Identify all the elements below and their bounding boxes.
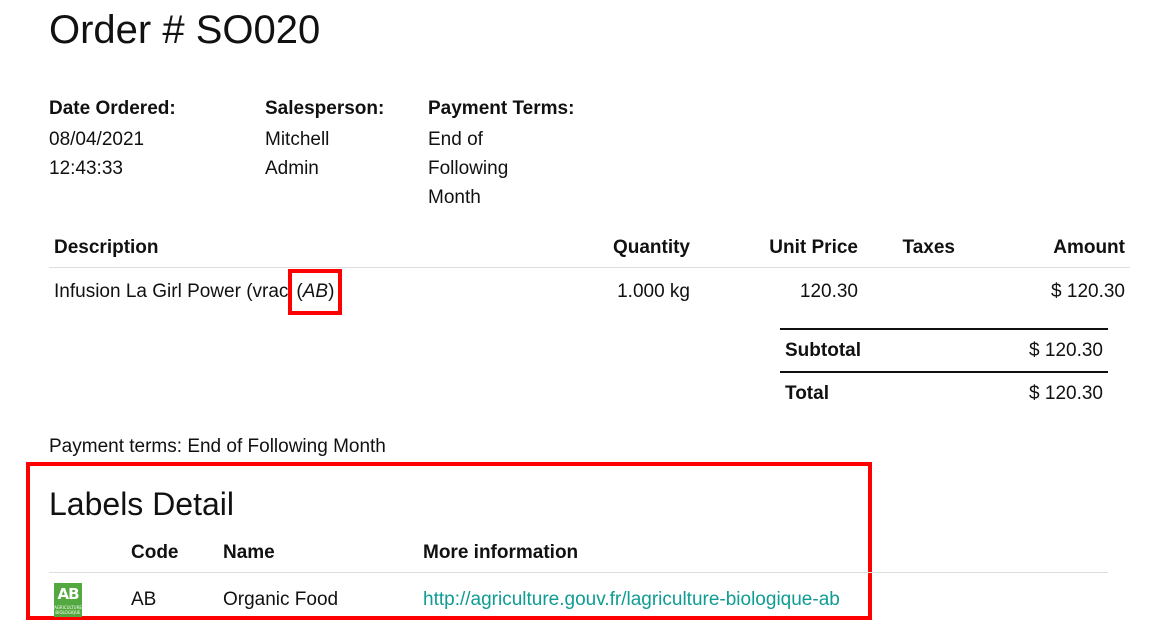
labels-header-row: Code Name More information [49, 536, 1108, 573]
line-description: Infusion La Girl Power (vrac(AB) [49, 268, 549, 317]
total-label: Total [785, 383, 829, 405]
labels-detail-table: Code Name More information AB AGRICULTUR… [49, 536, 1108, 627]
organic-ab-logo-icon: AB AGRICULTUREBIOLOGIQUE [54, 583, 82, 617]
total-value: $ 120.30 [1029, 383, 1103, 405]
payment-terms-label: Payment Terms: [428, 94, 574, 123]
order-title: Order # SO020 [49, 8, 320, 53]
more-info-link[interactable]: http://agriculture.gouv.fr/lagriculture-… [423, 589, 840, 610]
table-row: AB AGRICULTUREBIOLOGIQUE AB Organic Food… [49, 573, 1108, 627]
label-code: AB [303, 281, 328, 302]
header-description: Description [49, 232, 549, 268]
header-unit-price: Unit Price [695, 232, 863, 268]
header-taxes: Taxes [863, 232, 960, 268]
labels-detail-title: Labels Detail [49, 486, 234, 523]
salesperson-last-name: Admin [265, 154, 405, 183]
salesperson-first-name: Mitchell [265, 125, 405, 154]
header-name: Name [218, 536, 418, 573]
order-lines-header-row: Description Quantity Unit Price Taxes Am… [49, 232, 1130, 268]
payment-terms-block: Payment Terms: End of Following Month [428, 94, 574, 212]
header-more-information: More information [418, 536, 1108, 573]
subtotal-row: Subtotal $ 120.30 [780, 328, 1108, 371]
header-amount: Amount [960, 232, 1130, 268]
date-ordered-label: Date Ordered: [49, 94, 189, 123]
payment-terms-value-line1: End of Following [428, 125, 568, 183]
label-name-cell: Organic Food [218, 573, 418, 627]
table-row: Infusion La Girl Power (vrac(AB) 1.000 k… [49, 268, 1130, 317]
subtotal-value: $ 120.30 [1029, 340, 1103, 362]
salesperson-block: Salesperson: Mitchell Admin [265, 94, 405, 183]
line-unit-price: 120.30 [695, 268, 863, 317]
subtotal-label: Subtotal [785, 340, 861, 362]
total-row: Total $ 120.30 [780, 371, 1108, 414]
totals-block: Subtotal $ 120.30 Total $ 120.30 [780, 328, 1108, 414]
salesperson-label: Salesperson: [265, 94, 405, 123]
date-ordered-date: 08/04/2021 [49, 125, 189, 154]
order-lines-table: Description Quantity Unit Price Taxes Am… [49, 232, 1130, 316]
highlighted-label-annotation: (AB) [288, 269, 342, 315]
line-quantity: 1.000 kg [549, 268, 695, 317]
payment-terms-value-line2: Month [428, 183, 568, 212]
line-amount: $ 120.30 [960, 268, 1130, 317]
label-logo-cell: AB AGRICULTUREBIOLOGIQUE [49, 573, 126, 627]
date-ordered-block: Date Ordered: 08/04/2021 12:43:33 [49, 94, 189, 183]
date-ordered-time: 12:43:33 [49, 154, 189, 183]
line-taxes [863, 268, 960, 317]
payment-terms-note: Payment terms: End of Following Month [49, 436, 386, 458]
line-description-text: Infusion La Girl Power (vrac [54, 281, 288, 302]
header-quantity: Quantity [549, 232, 695, 268]
label-code-cell: AB [126, 573, 218, 627]
label-more-info-cell: http://agriculture.gouv.fr/lagriculture-… [418, 573, 1108, 627]
header-code: Code [126, 536, 218, 573]
header-logo [49, 536, 126, 573]
